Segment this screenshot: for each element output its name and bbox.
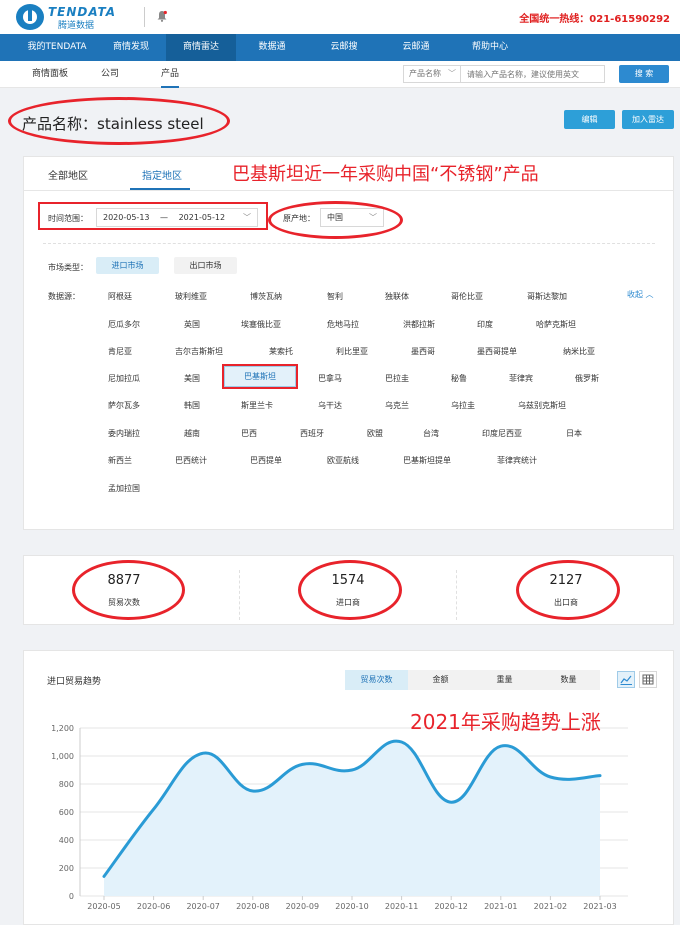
chart-x-tick-label: 2021-03 [583,902,616,911]
chart-x-tick-label: 2020-07 [186,902,219,911]
logo-mark-stem [28,7,32,21]
page-root: TENDATA 腾道数据 全国统一热线：021-61590292 我的TENDA… [0,0,680,925]
chart-area-fill [104,741,600,896]
annotation-note-chart: 2021年采购趋势上涨 [410,710,601,734]
chart-x-tick-label: 2020-09 [286,902,319,911]
chart-x-tick-label: 2020-10 [335,902,368,911]
chart-y-tick-label: 400 [59,836,74,845]
chart-y-tick-label: 1,000 [51,752,74,761]
chart-x-tick-label: 2021-01 [484,902,517,911]
chart-x-tick-label: 2020-11 [385,902,418,911]
chart-x-tick-label: 2021-02 [534,902,567,911]
chart-x-tick-label: 2020-12 [434,902,467,911]
chart-x-tick-label: 2020-06 [137,902,170,911]
trend-chart: 0 200 400 600 800 1,000 1,200 2020-05 2020-06 202… [51,724,628,911]
chart-y-tick-label: 600 [59,808,74,817]
chart-y-tick-label: 800 [59,780,74,789]
chart-x-tick-label: 2020-08 [236,902,269,911]
chart-y-tick-label: 0 [69,892,74,901]
chart-x-tick-label: 2020-05 [87,902,120,911]
chart-y-tick-label: 200 [59,864,74,873]
chart-y-tick-label: 1,200 [51,724,74,733]
